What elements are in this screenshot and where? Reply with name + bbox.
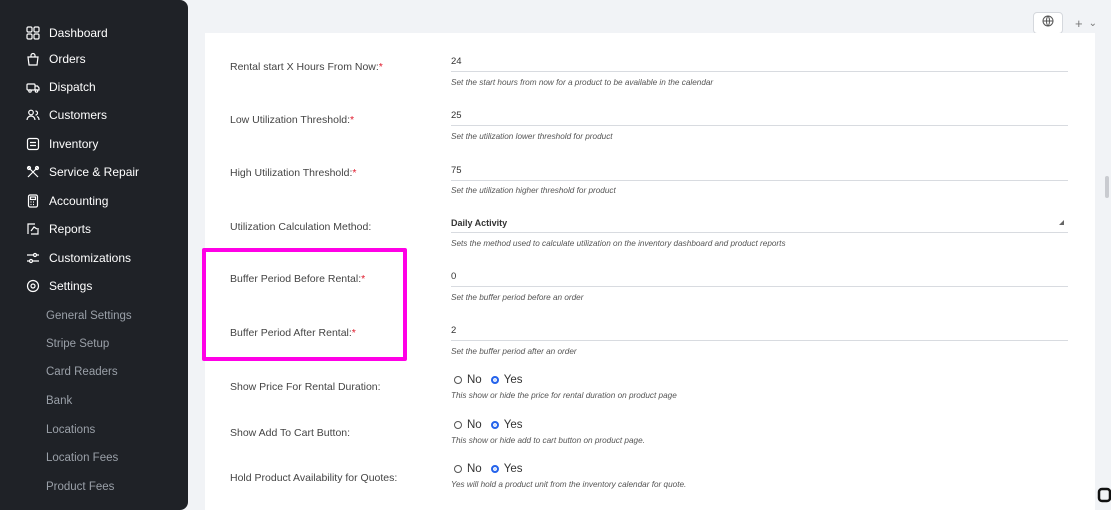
utilization-method-value: Daily Activity <box>451 218 508 228</box>
sidebar-item-settings[interactable]: Settings <box>0 272 188 300</box>
plus-icon: + <box>1075 15 1083 31</box>
radio-label-no: No <box>467 419 482 431</box>
buffer-before-input[interactable]: 0 <box>451 268 1068 287</box>
sidebar-item-service-repair[interactable]: Service & Repair <box>0 158 188 186</box>
sidebar-item-label: Customers <box>49 108 108 122</box>
tools-icon <box>26 165 40 179</box>
sidebar-item-label: Customizations <box>49 251 132 265</box>
buffer-after-input[interactable]: 2 <box>451 322 1068 341</box>
sidebar: Dashboard Orders Dispatch Customers Inve… <box>0 0 188 510</box>
language-button[interactable] <box>1033 12 1063 34</box>
sidebar-item-customizations[interactable]: Customizations <box>0 244 188 272</box>
show-cart-help: This show or hide add to cart button on … <box>451 436 645 445</box>
sidebar-item-label: Service & Repair <box>49 165 140 179</box>
highlight-box <box>202 248 407 361</box>
buffer-after-help: Set the buffer period after an order <box>451 347 577 356</box>
high-utilization-label: High Utilization Threshold:* <box>230 167 357 179</box>
truck-icon <box>26 80 40 94</box>
low-utilization-input[interactable]: 25 <box>451 107 1068 126</box>
calculator-icon <box>26 194 40 208</box>
hold-availability-radio-group: No Yes <box>454 463 522 475</box>
sidebar-subitem-locations[interactable]: Locations <box>46 418 95 442</box>
sidebar-item-dashboard[interactable]: Dashboard <box>0 19 188 47</box>
scrollbar[interactable] <box>1104 33 1111 510</box>
radio-label-yes: Yes <box>503 419 523 431</box>
radio-label-no: No <box>467 463 482 475</box>
hold-availability-no-radio[interactable] <box>454 465 462 473</box>
show-cart-label: Show Add To Cart Button: <box>230 427 351 439</box>
sidebar-subitem-card-readers[interactable]: Card Readers <box>46 360 118 384</box>
rental-start-label: Rental start X Hours From Now:* <box>230 61 383 73</box>
rental-start-help: Set the start hours from now for a produ… <box>451 78 714 87</box>
show-cart-radio-group: No Yes <box>454 419 522 431</box>
sidebar-item-orders[interactable]: Orders <box>0 45 188 73</box>
sidebar-item-label: Dashboard <box>49 26 108 40</box>
show-price-help: This show or hide the price for rental d… <box>451 391 677 400</box>
sliders-icon <box>26 251 40 265</box>
sidebar-item-inventory[interactable]: Inventory <box>0 130 188 158</box>
sidebar-item-reports[interactable]: Reports <box>0 215 188 243</box>
hold-availability-label: Hold Product Availability for Quotes: <box>230 472 398 484</box>
globe-icon <box>1042 14 1054 32</box>
show-price-radio-group: No Yes <box>454 374 522 386</box>
low-utilization-label: Low Utilization Threshold:* <box>230 114 355 126</box>
sidebar-item-accounting[interactable]: Accounting <box>0 187 188 215</box>
high-utilization-input[interactable]: 75 <box>451 162 1068 181</box>
radio-label-yes: Yes <box>503 463 523 475</box>
sidebar-item-customers[interactable]: Customers <box>0 101 188 129</box>
chevron-down-icon: ⌄ <box>1088 17 1097 29</box>
sidebar-subitem-product-fees[interactable]: Product Fees <box>46 475 114 499</box>
radio-label-no: No <box>467 374 482 386</box>
sidebar-item-label: Orders <box>49 52 86 66</box>
reports-icon <box>26 222 40 236</box>
show-price-yes-radio[interactable] <box>490 376 499 384</box>
utilization-method-select[interactable]: Daily Activity <box>451 214 1068 233</box>
radio-label-yes: Yes <box>503 374 523 386</box>
hold-availability-yes-radio[interactable] <box>490 465 499 473</box>
chat-widget-icon[interactable] <box>1097 486 1111 504</box>
sidebar-subitem-location-fees[interactable]: Location Fees <box>46 446 118 470</box>
top-controls: + ⌄ <box>1033 12 1103 34</box>
scrollbar-thumb[interactable] <box>1105 176 1109 198</box>
sidebar-item-label: Settings <box>49 279 93 293</box>
rental-start-input[interactable]: 24 <box>451 53 1068 72</box>
sidebar-subitem-bank[interactable]: Bank <box>46 389 72 413</box>
show-price-label: Show Price For Rental Duration: <box>230 381 381 393</box>
sidebar-item-label: Accounting <box>49 194 109 208</box>
show-cart-yes-radio[interactable] <box>490 421 499 429</box>
low-utilization-help: Set the utilization lower threshold for … <box>451 132 613 141</box>
sidebar-item-label: Dispatch <box>49 80 96 94</box>
select-resize-icon <box>1059 220 1064 225</box>
show-cart-no-radio[interactable] <box>454 421 462 429</box>
sidebar-subitem-stripe-setup[interactable]: Stripe Setup <box>46 332 109 356</box>
gear-icon <box>26 279 40 293</box>
show-price-no-radio[interactable] <box>454 376 462 384</box>
sidebar-subitem-general-settings[interactable]: General Settings <box>46 304 132 328</box>
dashboard-icon <box>26 26 40 40</box>
hold-availability-help: Yes will hold a product unit from the in… <box>451 480 687 489</box>
bag-icon <box>26 52 40 66</box>
sidebar-item-dispatch[interactable]: Dispatch <box>0 73 188 101</box>
utilization-method-help: Sets the method used to calculate utiliz… <box>451 239 786 248</box>
buffer-before-help: Set the buffer period before an order <box>451 293 584 302</box>
add-menu-button[interactable]: + ⌄ <box>1069 13 1103 33</box>
sidebar-item-label: Reports <box>49 222 92 236</box>
users-icon <box>26 108 40 122</box>
high-utilization-help: Set the utilization higher threshold for… <box>451 186 616 195</box>
utilization-method-label: Utilization Calculation Method: <box>230 221 372 233</box>
sidebar-item-label: Inventory <box>49 137 99 151</box>
inventory-icon <box>26 137 40 151</box>
